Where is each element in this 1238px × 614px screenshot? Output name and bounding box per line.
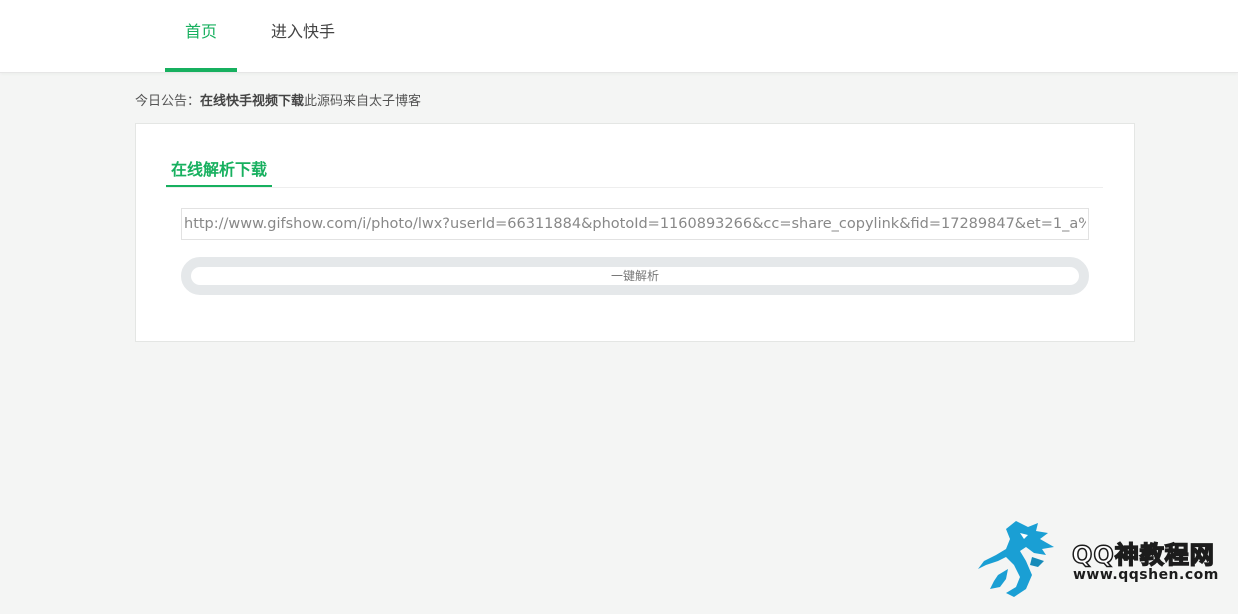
nav-tab-enter-kuaishou[interactable]: 进入快手 xyxy=(258,0,348,72)
video-url-input[interactable] xyxy=(181,208,1089,240)
watermark-url: www.qqshen.com xyxy=(1073,567,1219,583)
top-navigation-bar: 首页 进入快手 xyxy=(0,0,1238,73)
parse-button[interactable]: 一键解析 xyxy=(181,257,1089,295)
dragon-logo-icon xyxy=(978,521,1054,597)
announcement-text: 此源码来自太子博客 xyxy=(304,94,422,109)
announcement-highlight: 在线快手视频下载 xyxy=(200,94,305,109)
watermark-title: QQ神教程网 xyxy=(1071,540,1215,570)
announcement-prefix: 今日公告： xyxy=(135,94,201,109)
announcement: 今日公告：在线快手视频下载此源码来自太子博客 xyxy=(135,90,421,109)
nav-tab-home[interactable]: 首页 xyxy=(165,0,237,72)
parse-panel: 在线解析下载 一键解析 xyxy=(135,123,1135,342)
panel-title-tab: 在线解析下载 xyxy=(166,154,273,187)
site-watermark: QQ神教程网 www.qqshen.com xyxy=(976,515,1231,599)
panel-header: 在线解析下载 xyxy=(166,154,1103,188)
